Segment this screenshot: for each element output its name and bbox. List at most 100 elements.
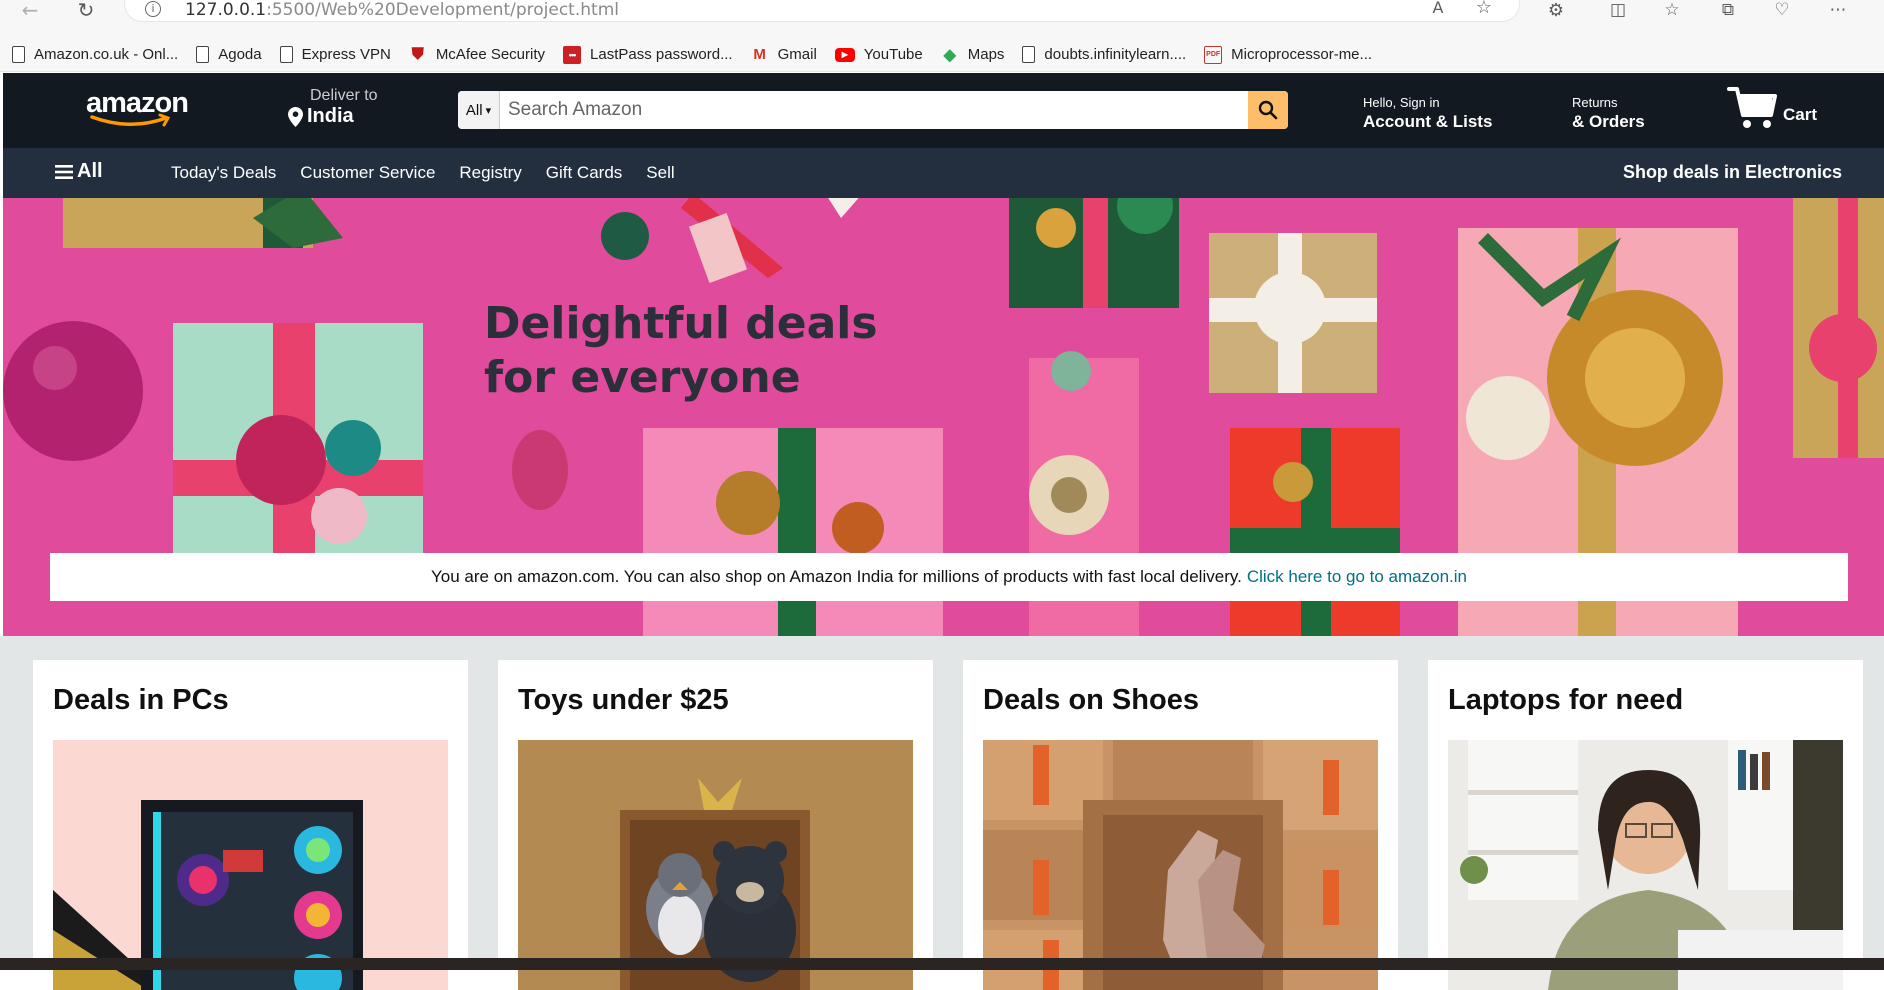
bookmark-label: McAfee Security bbox=[435, 46, 546, 63]
bookmark-maps[interactable]: ◆ Maps bbox=[941, 46, 1005, 64]
taskbar-strip bbox=[0, 958, 1884, 970]
deliver-to[interactable]: Deliver to India bbox=[288, 87, 378, 128]
bookmark-label: LastPass password... bbox=[590, 46, 733, 63]
page-icon bbox=[196, 46, 210, 63]
address-url[interactable]: 127.0.0.1:5500/Web%20Development/project… bbox=[185, 0, 619, 20]
card-title: Deals in PCs bbox=[53, 684, 229, 716]
bookmark-label: Gmail bbox=[777, 46, 817, 63]
region-notice: You are on amazon.com. You can also shop… bbox=[50, 553, 1848, 601]
hamburger-icon bbox=[55, 164, 73, 179]
bookmark-label: Maps bbox=[967, 46, 1005, 63]
orders-label: & Orders bbox=[1572, 112, 1645, 131]
deliver-label: Deliver to bbox=[310, 87, 378, 104]
card-title: Laptops for need bbox=[1448, 684, 1684, 716]
favorites-icon[interactable]: ☆ bbox=[1660, 0, 1684, 20]
bookmark-label: YouTube bbox=[863, 46, 923, 63]
nav-link-customer-service[interactable]: Customer Service bbox=[300, 163, 435, 183]
hero-banner: Delightful deals for everyone You are on… bbox=[3, 198, 1884, 636]
search-category-label: All bbox=[465, 101, 483, 119]
card-title: Toys under $25 bbox=[518, 684, 729, 716]
bookmark-label: Agoda bbox=[218, 46, 262, 63]
bookmark-mcafee[interactable]: ⛊ McAfee Security bbox=[409, 46, 545, 64]
bookmark-youtube[interactable]: ▶ YouTube bbox=[834, 46, 923, 63]
read-aloud-icon[interactable]: A bbox=[1427, 0, 1449, 17]
card-laptops[interactable]: Laptops for need bbox=[1428, 660, 1863, 990]
card-image-laptop[interactable] bbox=[1448, 740, 1843, 990]
pc-tower-image bbox=[53, 740, 448, 990]
bookmark-amazon-uk[interactable]: Amazon.co.uk - Onl... bbox=[12, 46, 178, 63]
bookmark-label: Express VPN bbox=[301, 46, 391, 63]
mcafee-icon: ⛊ bbox=[411, 45, 424, 63]
card-image-shoes[interactable] bbox=[983, 740, 1378, 990]
card-deals-shoes[interactable]: Deals on Shoes bbox=[963, 660, 1398, 990]
back-icon[interactable]: ← bbox=[18, 0, 42, 22]
nav-link-gift-cards[interactable]: Gift Cards bbox=[546, 163, 623, 183]
all-menu-button[interactable]: All bbox=[55, 160, 103, 183]
woman-laptop-image bbox=[1448, 740, 1843, 990]
card-deals-pcs[interactable]: Deals in PCs bbox=[33, 660, 468, 990]
page-icon bbox=[279, 46, 293, 63]
bookmark-lastpass[interactable]: ••• LastPass password... bbox=[563, 45, 733, 64]
browser-toolbar: ← ↻ i 127.0.0.1:5500/Web%20Development/p… bbox=[0, 0, 1884, 38]
hero-heading-line2: for everyone bbox=[484, 352, 801, 403]
nav-sub: All Today's Deals Customer Service Regis… bbox=[3, 148, 1884, 198]
deliver-location: India bbox=[307, 105, 354, 127]
card-toys-under-25[interactable]: Toys under $25 bbox=[498, 660, 933, 990]
page-icon bbox=[1022, 46, 1036, 63]
account-label: Account & Lists bbox=[1363, 112, 1493, 131]
performance-icon[interactable]: ♡ bbox=[1770, 0, 1794, 20]
bookmark-gmail[interactable]: M Gmail bbox=[751, 46, 817, 64]
url-path: :5500/Web%20Development/project.html bbox=[266, 0, 619, 20]
site-info-icon[interactable]: i bbox=[145, 1, 161, 17]
cart[interactable]: Cart bbox=[1727, 85, 1817, 131]
search-input[interactable] bbox=[500, 91, 1248, 129]
chevron-down-icon: ▾ bbox=[485, 104, 492, 117]
notice-text: You are on amazon.com. You can also shop… bbox=[431, 567, 1242, 586]
shoes-boxes-image bbox=[983, 740, 1378, 990]
card-image-toys[interactable] bbox=[518, 740, 913, 990]
bookmark-label: Amazon.co.uk - Onl... bbox=[34, 46, 179, 63]
bookmark-agoda[interactable]: Agoda bbox=[196, 46, 262, 63]
logo-smile-icon bbox=[90, 113, 171, 127]
category-cards: Deals in PCs Toys under $25 Deals on Sho… bbox=[0, 636, 1884, 990]
search-icon bbox=[1258, 100, 1278, 120]
youtube-icon: ▶ bbox=[834, 47, 855, 62]
notice-link[interactable]: Click here to go to amazon.in bbox=[1247, 567, 1467, 587]
hero-heading-line1: Delightful deals bbox=[484, 298, 878, 349]
bookmark-label: doubts.infinitylearn.... bbox=[1044, 46, 1187, 63]
bookmark-label: Microprocessor-me... bbox=[1231, 46, 1373, 63]
url-host: 127.0.0.1 bbox=[185, 0, 267, 20]
hero-heading: Delightful deals for everyone bbox=[484, 297, 984, 405]
account-lists[interactable]: Hello, Sign in Account & Lists bbox=[1363, 95, 1492, 132]
nav-link-sell[interactable]: Sell bbox=[646, 163, 674, 183]
maps-icon: ◆ bbox=[943, 46, 956, 64]
search-category-select[interactable]: All ▾ bbox=[458, 91, 500, 129]
bookmark-microprocessor[interactable]: PDF Microprocessor-me... bbox=[1204, 45, 1373, 64]
lastpass-icon: ••• bbox=[563, 45, 582, 64]
all-menu-label: All bbox=[77, 160, 103, 182]
nav-link-registry[interactable]: Registry bbox=[459, 163, 521, 183]
reload-icon[interactable]: ↻ bbox=[74, 0, 98, 22]
account-greeting: Hello, Sign in bbox=[1363, 95, 1440, 110]
extensions-icon[interactable]: ⚙ bbox=[1544, 0, 1568, 21]
address-bar[interactable]: i 127.0.0.1:5500/Web%20Development/proje… bbox=[124, 0, 1520, 22]
bookmarks-bar: Amazon.co.uk - Onl... Agoda Express VPN … bbox=[0, 38, 1884, 72]
search-bar: All ▾ bbox=[458, 91, 1288, 129]
cart-label: Cart bbox=[1783, 105, 1818, 124]
subnav-links: Today's Deals Customer Service Registry … bbox=[171, 163, 699, 183]
split-screen-icon[interactable]: ◫ bbox=[1606, 0, 1630, 20]
search-button[interactable] bbox=[1248, 91, 1288, 129]
more-menu-icon[interactable]: ⋯ bbox=[1826, 0, 1850, 20]
promo-link[interactable]: Shop deals in Electronics bbox=[1623, 162, 1842, 183]
nav-link-todays-deals[interactable]: Today's Deals bbox=[171, 163, 276, 183]
bookmark-express-vpn[interactable]: Express VPN bbox=[279, 46, 391, 63]
gmail-icon: M bbox=[753, 46, 766, 63]
cart-icon bbox=[1727, 87, 1777, 128]
amazon-logo[interactable]: amazon bbox=[81, 82, 191, 128]
bookmark-doubts[interactable]: doubts.infinitylearn.... bbox=[1022, 46, 1186, 63]
favorite-star-icon[interactable]: ☆ bbox=[1473, 0, 1495, 18]
card-image-pc[interactable] bbox=[53, 740, 448, 990]
collections-icon[interactable]: ⧉ bbox=[1716, 0, 1740, 20]
returns-orders[interactable]: Returns & Orders bbox=[1572, 95, 1645, 132]
nav-main: amazon Deliver to India All▾ Hello, Sign… bbox=[3, 73, 1884, 148]
